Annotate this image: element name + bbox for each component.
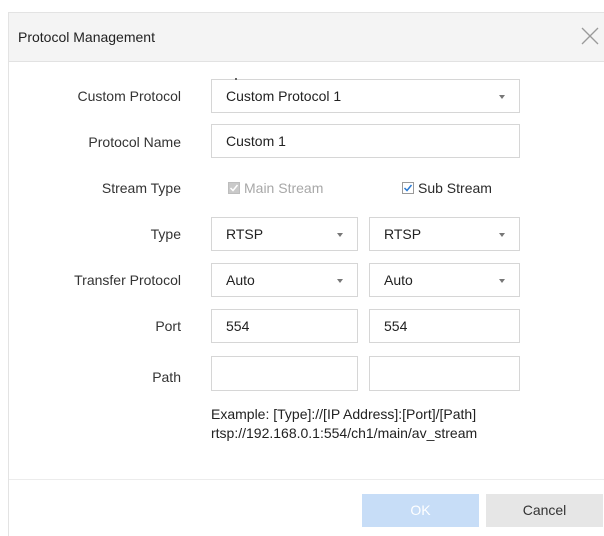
custom-protocol-value: Custom Protocol 1: [226, 88, 342, 104]
sub-type-select[interactable]: RTSP: [369, 217, 520, 251]
example-url-line: rtsp://192.168.0.1:554/ch1/main/av_strea…: [211, 425, 478, 441]
sub-port-input[interactable]: 554: [369, 309, 520, 343]
path-example: Example: [Type]://[IP Address]:[Port]/[P…: [211, 405, 477, 443]
sub-type-value: RTSP: [384, 226, 422, 242]
custom-protocol-label: Custom Protocol: [77, 88, 181, 104]
sub-stream-label: Sub Stream: [418, 180, 492, 196]
ok-button[interactable]: OK: [362, 494, 479, 527]
checkbox-checked-icon: [402, 182, 414, 194]
custom-protocol-select[interactable]: Custom Protocol 1: [211, 78, 520, 113]
stream-type-label: Stream Type: [101, 180, 181, 196]
close-icon[interactable]: [577, 23, 603, 49]
chevron-down-icon: [499, 233, 505, 237]
main-stream-label: Main Stream: [244, 180, 324, 196]
sub-transfer-protocol-select[interactable]: Auto: [369, 263, 520, 297]
protocol-name-label: Protocol Name: [88, 134, 181, 150]
chevron-down-icon: [337, 233, 343, 237]
main-stream-checkbox: Main Stream: [228, 178, 323, 198]
main-transfer-protocol-select[interactable]: Auto: [211, 263, 358, 297]
protocol-management-dialog: Protocol Management Custom Protocol Cust…: [8, 12, 604, 536]
type-label: Type: [150, 226, 181, 242]
main-type-value: RTSP: [226, 226, 264, 242]
transfer-protocol-label: Transfer Protocol: [74, 272, 181, 288]
port-label: Port: [155, 318, 181, 334]
footer-divider: [9, 479, 604, 480]
checkbox-checked-icon: [228, 182, 240, 194]
sub-stream-checkbox[interactable]: Sub Stream: [402, 178, 492, 198]
chevron-down-icon: [499, 279, 505, 283]
select-indicator-dot: [235, 78, 237, 80]
sub-port-value: 554: [384, 318, 408, 334]
main-transfer-protocol-value: Auto: [226, 272, 255, 288]
path-label: Path: [152, 369, 181, 385]
protocol-name-input[interactable]: Custom 1: [211, 124, 520, 158]
example-format-line: Example: [Type]://[IP Address]:[Port]/[P…: [211, 406, 477, 422]
dialog-header: Protocol Management: [9, 13, 604, 62]
chevron-down-icon: [499, 95, 505, 99]
sub-path-input[interactable]: [369, 356, 520, 391]
protocol-name-value: Custom 1: [226, 133, 286, 149]
cancel-button[interactable]: Cancel: [486, 494, 603, 527]
main-path-input[interactable]: [211, 356, 358, 391]
dialog-title: Protocol Management: [18, 29, 155, 45]
main-port-input[interactable]: 554: [211, 309, 358, 343]
chevron-down-icon: [337, 279, 343, 283]
sub-transfer-protocol-value: Auto: [384, 272, 413, 288]
main-port-value: 554: [226, 318, 250, 334]
main-type-select[interactable]: RTSP: [211, 217, 358, 251]
